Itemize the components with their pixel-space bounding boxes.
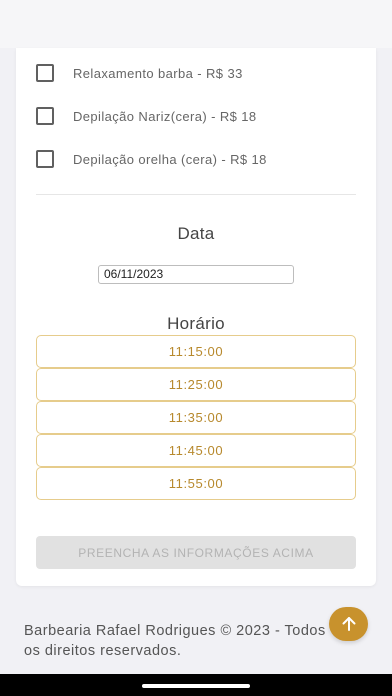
time-slot-1145[interactable]: 11:45:00 xyxy=(36,434,356,467)
date-field[interactable]: 06/11/2023 xyxy=(98,265,294,284)
service-option-depilacao-nariz[interactable]: Depilação Nariz(cera) - R$ 18 xyxy=(36,106,257,126)
footer-line-2: os direitos reservados. xyxy=(24,643,182,659)
service-label: Depilação orelha (cera) - R$ 18 xyxy=(73,151,267,167)
home-indicator[interactable] xyxy=(142,684,250,688)
top-strip xyxy=(0,0,392,48)
time-slot-1115[interactable]: 11:15:00 xyxy=(36,335,356,368)
time-slot-1155[interactable]: 11:55:00 xyxy=(36,467,356,500)
scroll-top-button[interactable] xyxy=(329,607,368,641)
checkbox[interactable] xyxy=(36,150,54,168)
service-option-depilacao-orelha[interactable]: Depilação orelha (cera) - R$ 18 xyxy=(36,149,267,169)
service-option-relaxamento-barba[interactable]: Relaxamento barba - R$ 33 xyxy=(36,63,243,83)
arrow-up-icon xyxy=(342,617,355,631)
divider xyxy=(36,194,356,195)
date-title: Data xyxy=(177,224,215,243)
checkbox[interactable] xyxy=(36,107,54,125)
time-slot-1135[interactable]: 11:35:00 xyxy=(36,401,356,434)
submit-button[interactable]: PREENCHA AS INFORMAÇÕES ACIMA xyxy=(36,536,356,569)
service-label: Relaxamento barba - R$ 33 xyxy=(73,65,243,81)
time-slot-1125[interactable]: 11:25:00 xyxy=(36,368,356,401)
checkbox[interactable] xyxy=(36,64,54,82)
time-title: Horário xyxy=(167,314,225,333)
service-label: Depilação Nariz(cera) - R$ 18 xyxy=(73,108,257,124)
